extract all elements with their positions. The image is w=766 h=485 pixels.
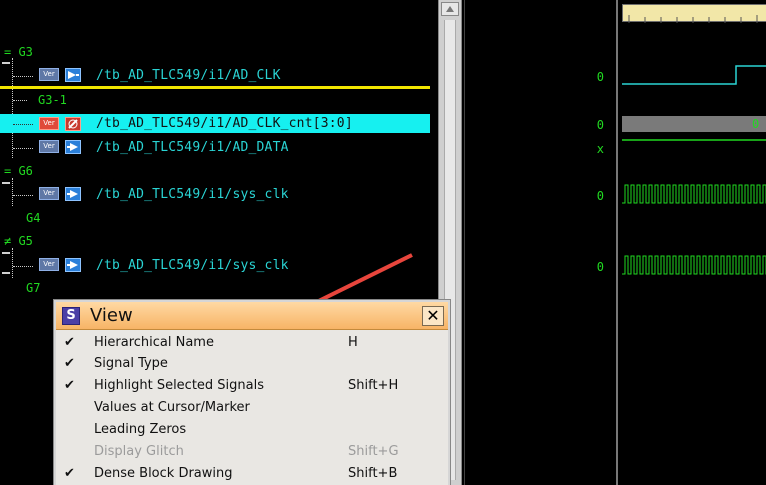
value-ad-clk-cnt: 0 bbox=[596, 118, 604, 132]
insertion-marker-line bbox=[0, 86, 430, 89]
menu-item-shortcut: Shift+G bbox=[348, 444, 399, 459]
menu-item-label: Hierarchical Name bbox=[94, 335, 214, 350]
tree-guide bbox=[12, 58, 13, 158]
menu-item-leading-zeros[interactable]: Leading Zeros bbox=[56, 420, 448, 441]
value-sys-clk: 0 bbox=[596, 189, 604, 203]
dialog-titlebar[interactable]: S View ✕ bbox=[56, 302, 448, 330]
verilog-badge-icon: Ver bbox=[39, 258, 59, 271]
verilog-badge-icon: Ver bbox=[39, 187, 59, 200]
check-icon: ✔ bbox=[64, 466, 75, 481]
check-icon: ✔ bbox=[64, 335, 75, 350]
menu-item-highlight-selected[interactable]: ✔ Highlight Selected Signals Shift+H bbox=[56, 376, 448, 397]
wave-sys-clk bbox=[622, 184, 766, 204]
signal-direction-icon bbox=[65, 140, 81, 154]
tree-stub bbox=[2, 272, 10, 274]
tree-branch bbox=[13, 76, 33, 77]
signal-name-ad-clk-cnt[interactable]: /tb_AD_TLC549/i1/AD_CLK_cnt[3:0] bbox=[96, 116, 353, 132]
verilog-badge-icon: Ver bbox=[39, 68, 59, 81]
value-ad-data: x bbox=[596, 142, 604, 156]
value-sys-clk-2: 0 bbox=[596, 260, 604, 274]
group-label-g5[interactable]: ≠ G5 bbox=[4, 234, 33, 248]
group-label-g3-1[interactable]: G3-1 bbox=[38, 93, 67, 107]
menu-item-label: Dense Block Drawing bbox=[94, 466, 233, 481]
menu-item-label: Leading Zeros bbox=[94, 422, 187, 437]
scroll-up-icon[interactable] bbox=[441, 2, 459, 16]
menu-item-dense-block-drawing[interactable]: ✔ Dense Block Drawing Shift+B bbox=[56, 464, 448, 485]
menu-item-label: Values at Cursor/Marker bbox=[94, 400, 250, 415]
view-dialog[interactable]: S View ✕ ✔ Hierarchical Name H ✔ Signal … bbox=[54, 300, 450, 485]
verilog-badge-icon: Ver bbox=[39, 117, 59, 130]
tree-stub bbox=[2, 252, 10, 254]
signal-name-sys-clk-2[interactable]: /tb_AD_TLC549/i1/sys_clk bbox=[96, 258, 289, 274]
verilog-badge-icon: Ver bbox=[39, 140, 59, 153]
tree-guide bbox=[12, 178, 13, 206]
menu-item-display-glitch: Display Glitch Shift+G bbox=[56, 442, 448, 463]
menu-item-label: Highlight Selected Signals bbox=[94, 378, 265, 393]
value-pane: 0 0 x 0 0 bbox=[464, 0, 614, 485]
dialog-title: View bbox=[90, 305, 133, 326]
value-ad-clk: 0 bbox=[596, 70, 604, 84]
app-logo-icon: S bbox=[62, 307, 80, 325]
signal-name-ad-data[interactable]: /tb_AD_TLC549/i1/AD_DATA bbox=[96, 140, 289, 156]
signal-direction-icon bbox=[65, 68, 81, 82]
wave-ad-clk-cnt bbox=[622, 116, 766, 132]
tree-guide bbox=[12, 248, 13, 278]
menu-item-hierarchical-name[interactable]: ✔ Hierarchical Name H bbox=[56, 333, 448, 354]
signal-name-sys-clk[interactable]: /tb_AD_TLC549/i1/sys_clk bbox=[96, 187, 289, 203]
tree-branch bbox=[13, 100, 27, 101]
tree-branch bbox=[13, 195, 33, 196]
menu-item-shortcut: Shift+H bbox=[348, 378, 399, 393]
group-label-g4[interactable]: G4 bbox=[26, 211, 40, 225]
menu-item-label: Display Glitch bbox=[94, 444, 184, 459]
menu-item-signal-type[interactable]: ✔ Signal Type bbox=[56, 354, 448, 375]
check-icon: ✔ bbox=[64, 378, 75, 393]
wave-ad-clk bbox=[622, 65, 766, 85]
signal-direction-icon bbox=[65, 187, 81, 201]
tree-stub bbox=[2, 182, 10, 184]
menu-item-shortcut: Shift+B bbox=[348, 466, 398, 481]
group-label-g3[interactable]: = G3 bbox=[4, 45, 33, 59]
bus-value-label: 0 bbox=[752, 117, 760, 131]
waveforms bbox=[622, 65, 766, 275]
group-label-g7[interactable]: G7 bbox=[26, 281, 40, 295]
tree-branch bbox=[13, 124, 33, 125]
wave-sys-clk-2 bbox=[622, 255, 766, 275]
signal-name-ad-clk[interactable]: /tb_AD_TLC549/i1/AD_CLK bbox=[96, 68, 281, 84]
tree-stub bbox=[2, 62, 10, 64]
group-label-g6[interactable]: = G6 bbox=[4, 164, 33, 178]
menu-item-values-at-cursor[interactable]: Values at Cursor/Marker bbox=[56, 398, 448, 419]
waveform-pane[interactable]: 0 bbox=[616, 0, 766, 485]
close-button[interactable]: ✕ bbox=[422, 306, 444, 326]
bus-signal-icon bbox=[65, 117, 81, 131]
check-icon: ✔ bbox=[64, 356, 75, 371]
menu-item-shortcut: H bbox=[348, 335, 358, 350]
signal-direction-icon bbox=[65, 258, 81, 272]
menu-item-label: Signal Type bbox=[94, 356, 168, 371]
tree-branch bbox=[13, 266, 33, 267]
tree-branch bbox=[13, 148, 33, 149]
